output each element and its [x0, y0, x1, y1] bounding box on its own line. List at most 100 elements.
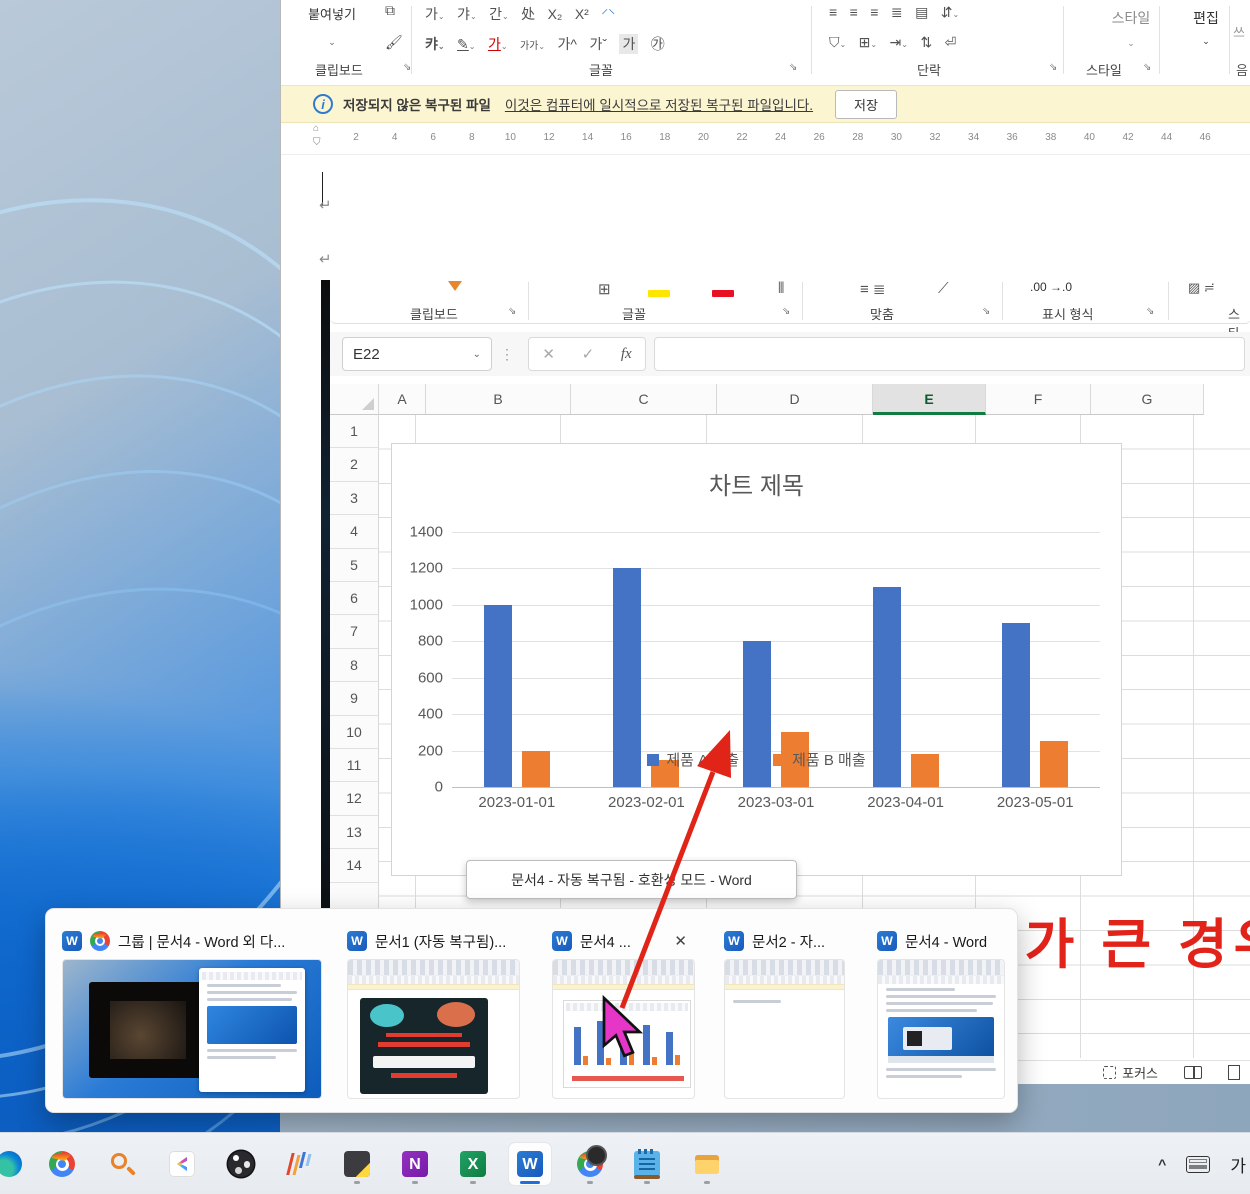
preview-thumbnail-doc-text-screenshot[interactable] [877, 959, 1005, 1099]
desktop-screen: 붙여넣기 ⌄ ⧉ 🖌 가⌄ 갸⌄ 간⌄ 处 X₂ X² ⸍⸌ 캬⌄ ✎⌄ 가⌄ … [0, 0, 1250, 1194]
edit-menu-button[interactable]: 편집 ⌄ [1176, 8, 1236, 47]
excel-font-group-label: 글꼴 [622, 307, 646, 322]
clear-format-icon[interactable]: 处 [521, 4, 535, 24]
font-name-icon[interactable]: 가⌄ [425, 4, 445, 24]
char-shading-icon[interactable]: 가 [619, 34, 639, 54]
close-icon[interactable]: ✕ [666, 930, 695, 952]
preview-card-3[interactable]: W 문서2 - 자... [718, 919, 851, 1107]
taskbar-item-excel[interactable]: X [452, 1143, 494, 1185]
line-spacing-icon[interactable]: ⇵⌄ [941, 4, 959, 21]
font-size-icon[interactable]: 갸⌄ [457, 4, 477, 24]
touch-keyboard-icon[interactable] [1186, 1155, 1211, 1173]
taskbar-item-lines-app[interactable] [278, 1143, 320, 1185]
preview-card-4[interactable]: W 문서4 - Word [871, 919, 1011, 1107]
taskbar-item-word[interactable]: W [509, 1143, 551, 1185]
chrome-icon [90, 931, 110, 951]
borders-icon[interactable]: ⊞⌄ [859, 34, 877, 51]
taskbar-item-onenote[interactable]: N [394, 1143, 436, 1185]
preview-card-0[interactable]: W 그룹 | 문서4 - Word 외 다... [56, 919, 328, 1107]
superscript-icon[interactable]: X² [575, 6, 589, 22]
styles-gallery[interactable]: 스타일 ⌄ [1071, 8, 1191, 49]
char-spacing-icon[interactable]: 가가⌄ [520, 37, 545, 52]
paragraph-dialog-launcher-icon[interactable]: ⇘ [1049, 62, 1057, 73]
paragraph-mark: ↵ [319, 197, 332, 214]
highlight-icon[interactable]: ✎⌄ [457, 36, 475, 53]
indent-icon[interactable]: ⇥⌄ [890, 34, 908, 51]
taskbar-item-file-explorer[interactable] [686, 1143, 728, 1185]
row-header-5: 5 [330, 549, 378, 582]
column-header-G: G [1091, 384, 1204, 415]
ime-korean-indicator[interactable]: 가 [1230, 1152, 1246, 1177]
dialog-launcher-icon: ⇘ [782, 306, 791, 317]
select-all-corner [330, 384, 379, 415]
format-painter-icon[interactable]: 🖌 [385, 34, 403, 51]
align-right-icon[interactable]: ≡ [870, 4, 878, 20]
number-format-icons: .00 →.0 [1030, 280, 1073, 294]
paste-button[interactable]: 붙여넣기 ⌄ [299, 4, 365, 48]
preview-thumbnail-group-video-doc[interactable] [62, 959, 322, 1099]
running-indicator [644, 1181, 650, 1184]
read-mode-icon[interactable] [1184, 1066, 1202, 1079]
taskbar-item-sticky-notes[interactable] [336, 1143, 378, 1185]
taskbar-item-chrome[interactable] [41, 1143, 83, 1185]
font-group-label: 글꼴 [589, 63, 613, 78]
print-layout-icon[interactable] [1228, 1065, 1240, 1080]
chrome-busy-icon [577, 1145, 607, 1177]
subscript-icon[interactable]: X₂ [548, 6, 563, 22]
ruler-tick: 12 [543, 132, 555, 143]
char-border-icon[interactable]: 가ˇ [589, 34, 607, 54]
taskbar-item-edge[interactable] [0, 1143, 30, 1185]
taskbar-tooltip: 문서4 - 자동 복구됨 - 호환성 모드 - Word [466, 860, 797, 899]
taskbar-item-capture-app[interactable] [161, 1143, 203, 1185]
pilcrow-icon[interactable]: ⏎ [945, 34, 957, 51]
font-color-icon[interactable]: 가⌄ [488, 34, 508, 54]
paragraph-icons-row2: ⛉⌄ ⊞⌄ ⇥⌄ ⇅ ⏎ [825, 34, 960, 52]
row-header-6: 6 [330, 582, 378, 616]
hanging-indent-marker[interactable]: ⛉ [313, 137, 321, 148]
sort-icon[interactable]: ⇅ [920, 34, 932, 51]
tray-chevron-up-icon[interactable]: ^ [1158, 1156, 1166, 1172]
save-button[interactable]: 저장 [835, 89, 897, 119]
text-effects-icon[interactable]: ⸍⸌ [601, 5, 615, 24]
preview-thumbnail-doc-blank[interactable] [724, 959, 845, 1099]
styles-dialog-launcher-icon[interactable]: ⇘ [1143, 62, 1151, 73]
preview-title: 문서2 - 자... [752, 934, 826, 951]
running-indicator [354, 1181, 360, 1184]
first-line-indent-marker[interactable]: ⌂ [313, 123, 319, 134]
dictate-button-partial[interactable]: 쓰 [1233, 22, 1245, 41]
focus-mode-button[interactable]: 포커스 [1103, 1063, 1158, 1082]
align-center-icon[interactable]: ≡ [850, 4, 858, 20]
bold-icon[interactable]: 캬⌄ [425, 34, 445, 54]
chart-gridline [452, 787, 1100, 788]
dialog-launcher-icon: ⇘ [982, 306, 991, 317]
shading-icon[interactable]: ⛉⌄ [829, 34, 846, 51]
ruler-tick: 28 [852, 132, 864, 143]
preview-card-1[interactable]: W 문서1 (자동 복구됨)... [341, 919, 526, 1107]
preview-thumbnail-doc-dark-poster[interactable] [347, 959, 520, 1099]
legend-swatch-icon [773, 753, 786, 766]
ruler-tick: 46 [1199, 132, 1211, 143]
chart-ytick-label: 0 [434, 778, 443, 796]
distribute-icon[interactable]: ▤ [915, 4, 928, 21]
align-left-icon[interactable]: ≡ [829, 4, 837, 20]
taskbar-item-obs[interactable] [220, 1143, 262, 1185]
horizontal-ruler[interactable]: ⌂ ⛉ 2 4 6 8 10 12 14 16 18 20 22 24 26 28 30 32 34 36 38 40… [281, 123, 1250, 155]
preview-thumbnail-doc-chart-cursor[interactable] [552, 959, 695, 1099]
preview-card-2[interactable]: W 문서4 ... ✕ [546, 919, 701, 1107]
grow-font-icon[interactable]: 간⌄ [489, 4, 509, 24]
phonetic-icon[interactable]: 가^ [558, 34, 577, 54]
taskbar-item-notepad[interactable] [626, 1143, 668, 1185]
excel-column-headers: ABCDEFG [330, 384, 1250, 415]
enclose-char-icon[interactable]: ㉮ [651, 34, 665, 54]
orientation-icon: ⟋ [938, 280, 949, 297]
recovery-message-link[interactable]: 이것은 컴퓨터에 일시적으로 저장된 복구된 파일입니다. [505, 94, 813, 114]
taskbar-item-search-tool[interactable] [101, 1143, 143, 1185]
justify-icon[interactable]: ≣ [891, 4, 903, 21]
font-dialog-launcher-icon[interactable]: ⇘ [789, 62, 797, 73]
clipboard-icon[interactable]: ⧉ [385, 2, 395, 19]
clipboard-group-label: 클립보드 [315, 63, 363, 78]
file-explorer-icon [694, 1151, 720, 1177]
word-ribbon: 붙여넣기 ⌄ ⧉ 🖌 가⌄ 갸⌄ 간⌄ 处 X₂ X² ⸍⸌ 캬⌄ ✎⌄ 가⌄ … [281, 0, 1250, 86]
taskbar-item-chrome-busy[interactable] [569, 1143, 611, 1185]
column-header-C: C [571, 384, 717, 415]
